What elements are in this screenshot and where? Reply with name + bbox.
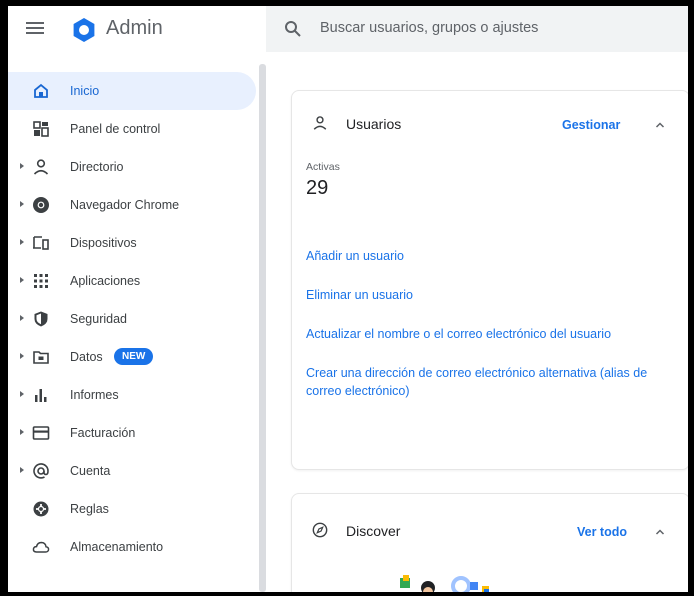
remove-user-link[interactable]: Eliminar un usuario [306,286,676,304]
devices-icon [33,236,49,250]
new-badge: NEW [114,348,154,365]
expand-caret-icon[interactable] [20,429,24,435]
sidebar-item-label: Inicio [70,84,100,98]
sidebar-item-almacenamiento[interactable]: Almacenamiento [8,528,256,566]
sidebar-item-label: Seguridad [70,312,127,326]
sidebar-item-label: Cuenta [70,464,111,478]
search-bar[interactable]: Buscar usuarios, grupos o ajustes [266,6,688,52]
admin-console: Admin Buscar usuarios, grupos o ajustes … [8,6,688,592]
view-all-button[interactable]: Ver todo [577,525,627,539]
sidebar-item-inicio[interactable]: Inicio [8,72,256,110]
sidebar-item-seguridad[interactable]: Seguridad [8,300,256,338]
users-card: Usuarios Gestionar Activas 29 Añadir un … [291,90,688,470]
discover-card-title: Discover [346,523,401,539]
active-users-count: 29 [306,177,329,199]
app-title: Admin [106,17,163,39]
expand-caret-icon[interactable] [20,391,24,397]
person-icon [313,116,327,130]
admin-logo-icon [73,18,95,42]
expand-caret-icon[interactable] [20,353,24,359]
expand-caret-icon[interactable] [20,163,24,169]
discover-card: Discover Ver todo [291,493,688,592]
sidebar-item-navegador-chrome[interactable]: Navegador Chrome [8,186,256,224]
sidebar-item-aplicaciones[interactable]: Aplicaciones [8,262,256,300]
compass-icon [312,522,328,538]
search-icon [285,21,301,37]
main-content: Usuarios Gestionar Activas 29 Añadir un … [270,52,688,592]
sidebar-item-label: Informes [70,388,119,402]
sidebar-item-cuenta[interactable]: Cuenta [8,452,256,490]
expand-caret-icon[interactable] [20,277,24,283]
sidebar-item-label: Almacenamiento [70,540,164,554]
sidebar-item-dispositivos[interactable]: Dispositivos [8,224,256,262]
add-user-link[interactable]: Añadir un usuario [306,247,676,265]
sidebar-nav: Inicio Panel de control Directorio Naveg… [8,72,258,592]
main-menu-icon[interactable] [26,19,44,37]
sidebar-item-panel-de-control[interactable]: Panel de control [8,110,256,148]
credit-card-icon [32,426,50,440]
apps-grid-icon [34,274,48,288]
users-card-title: Usuarios [346,116,402,132]
sidebar-item-label: Reglas [70,502,109,516]
chevron-up-icon[interactable] [654,119,666,131]
sidebar-scrollbar[interactable] [259,64,266,592]
at-sign-icon [33,463,49,479]
cloud-icon [32,541,50,553]
sidebar-item-label: Directorio [70,160,124,174]
expand-caret-icon[interactable] [20,315,24,321]
discover-illustration [400,575,489,592]
sidebar-item-label: Datos [70,350,103,364]
person-icon [33,159,49,175]
sidebar-item-label: Navegador Chrome [70,198,180,212]
sidebar-item-label: Facturación [70,426,136,440]
sidebar-item-directorio[interactable]: Directorio [8,148,256,186]
home-icon [34,83,48,98]
update-user-name-link[interactable]: Actualizar el nombre o el correo electró… [306,325,676,343]
sidebar-item-label: Aplicaciones [70,274,141,288]
active-users-label: Activas [306,161,340,173]
create-email-alias-link[interactable]: Crear una dirección de correo electrónic… [306,364,676,400]
sidebar-item-reglas[interactable]: Reglas [8,490,256,528]
manage-users-button[interactable]: Gestionar [562,118,620,132]
search-input[interactable]: Buscar usuarios, grupos o ajustes [320,20,538,36]
expand-caret-icon[interactable] [20,201,24,207]
chrome-icon [33,197,49,213]
rules-icon [33,501,49,517]
folder-icon [33,351,49,364]
dashboard-icon [33,121,49,137]
sidebar-item-informes[interactable]: Informes [8,376,256,414]
top-bar: Admin Buscar usuarios, grupos o ajustes [8,6,688,52]
bar-chart-icon [35,389,47,402]
sidebar-item-datos[interactable]: Datos NEW [8,338,256,376]
expand-caret-icon[interactable] [20,467,24,473]
sidebar-item-facturacion[interactable]: Facturación [8,414,256,452]
sidebar-item-label: Panel de control [70,122,161,136]
expand-caret-icon[interactable] [20,239,24,245]
chevron-up-icon[interactable] [654,526,666,538]
shield-icon [34,311,48,327]
sidebar-item-label: Dispositivos [70,236,137,250]
